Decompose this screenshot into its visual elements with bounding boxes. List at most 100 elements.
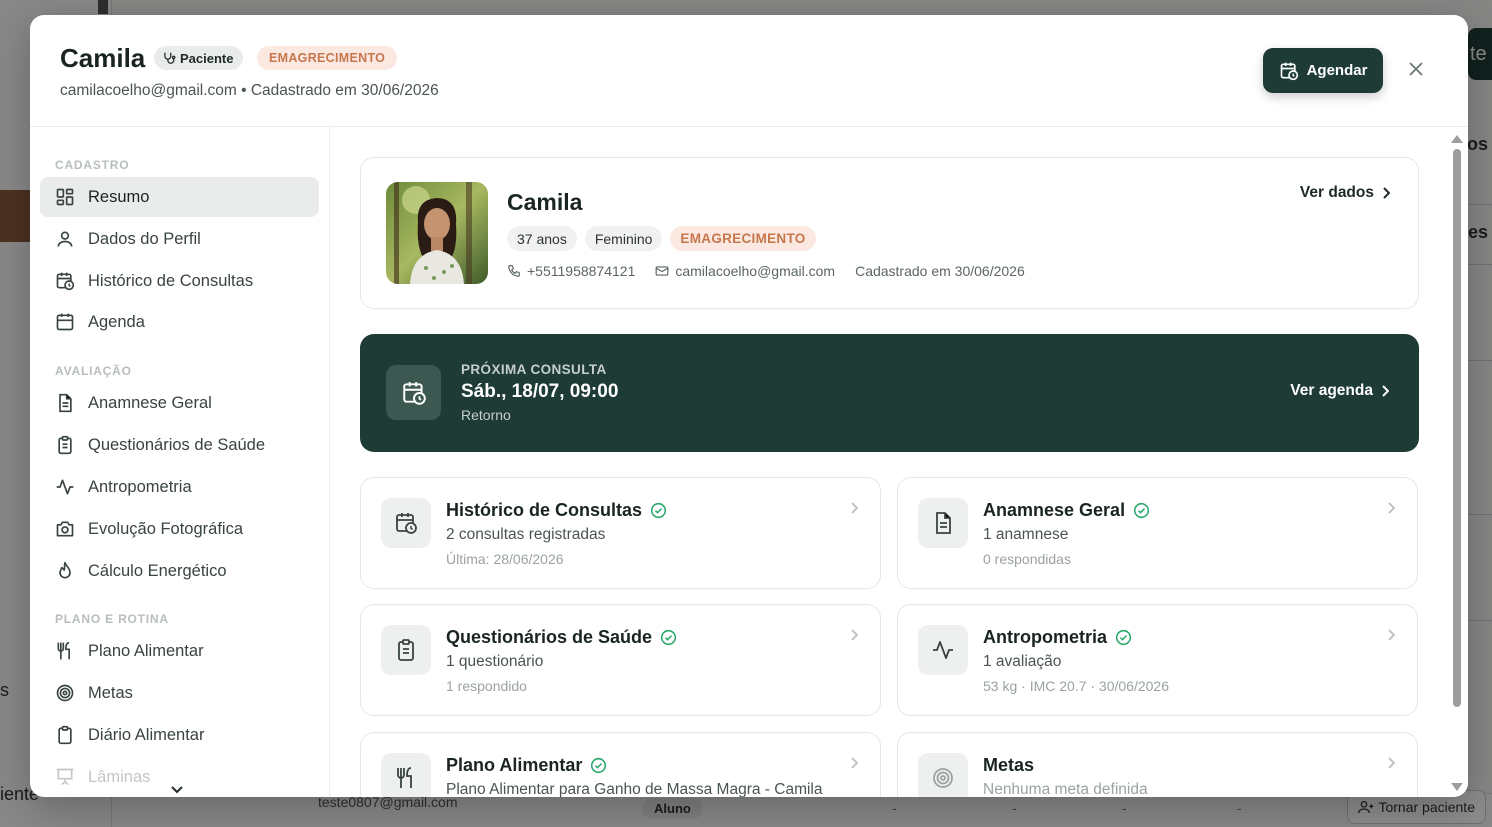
- chevron-right-icon: [851, 502, 858, 514]
- chevron-right-icon: [1382, 385, 1389, 397]
- tile-summary: 1 anamnese: [983, 526, 1069, 543]
- next-appointment-date: Sáb., 18/07, 09:00: [461, 381, 619, 402]
- utensils-icon: [397, 767, 412, 788]
- sidebar-item-calculo[interactable]: Cálculo Energético: [40, 551, 319, 591]
- sidebar-item-historico[interactable]: Histórico de Consultas: [40, 261, 319, 301]
- sidebar-item-label: Cálculo Energético: [88, 561, 227, 580]
- goal-chip: EMAGRECIMENTO: [670, 226, 816, 251]
- close-button[interactable]: [1404, 57, 1428, 81]
- tile-detail: 53 kg · IMC 20.7 · 30/06/2026: [983, 678, 1169, 694]
- calendar-clock-icon: [56, 272, 75, 291]
- age-chip: 37 anos: [507, 226, 577, 251]
- sidebar-item-label: Anamnese Geral: [88, 393, 212, 412]
- presentation-icon: [56, 768, 74, 786]
- sidebar-item-diario[interactable]: Diário Alimentar: [40, 715, 319, 755]
- tile-title-text: Histórico de Consultas: [446, 500, 643, 520]
- tile-title-text: Plano Alimentar: [446, 755, 583, 775]
- clipboard-icon: [58, 725, 72, 745]
- scrollbar[interactable]: [1450, 135, 1464, 793]
- modal-header: Camila Paciente EMAGRECIMENTO camilacoel…: [30, 15, 1468, 127]
- view-data-link[interactable]: Ver dados: [1300, 184, 1390, 202]
- tile-icon-box: [381, 753, 431, 797]
- calendar-clock-icon: [1280, 62, 1298, 80]
- tile-title-text: Anamnese Geral: [983, 500, 1126, 520]
- calendar-clock-icon: [402, 381, 426, 405]
- schedule-button-label: Agendar: [1306, 62, 1368, 79]
- tile-plano-alimentar[interactable]: Plano Alimentar Plano Alimentar para Gan…: [360, 732, 881, 797]
- check-circle-icon: [1115, 629, 1132, 646]
- tile-title: Antropometria: [983, 627, 1132, 648]
- sidebar-item-label: Plano Alimentar: [88, 641, 204, 660]
- avatar: [386, 182, 488, 284]
- patient-modal: Camila Paciente EMAGRECIMENTO camilacoel…: [30, 15, 1468, 797]
- nav-section-title: PLANO E ROTINA: [55, 612, 169, 626]
- nav-scroll-more-button[interactable]: [170, 782, 184, 797]
- tile-summary: 1 avaliação: [983, 653, 1062, 670]
- stethoscope-icon: [164, 52, 176, 64]
- sidebar-item-label: Lâminas: [88, 767, 151, 786]
- chevron-right-icon: [1383, 187, 1390, 199]
- profile-registered: Cadastrado em 30/06/2026: [855, 263, 1025, 279]
- tile-title-text: Questionários de Saúde: [446, 627, 653, 647]
- tile-metas[interactable]: Metas Nenhuma meta definida: [897, 732, 1418, 797]
- sidebar-item-label: Resumo: [88, 187, 150, 206]
- nav-section-title: AVALIAÇÃO: [55, 364, 132, 378]
- tile-icon-box: [918, 625, 968, 675]
- sidebar-item-antropometria[interactable]: Antropometria: [40, 467, 319, 507]
- clipboard-icon: [398, 639, 414, 661]
- sidebar-item-metas[interactable]: Metas: [40, 673, 319, 713]
- chevron-right-icon: [851, 757, 858, 769]
- sidebar-item-resumo[interactable]: Resumo: [40, 177, 319, 217]
- sidebar-item-dados-perfil[interactable]: Dados do Perfil: [40, 219, 319, 259]
- chevron-down-icon: [171, 786, 183, 794]
- patient-subtitle: camilacoelho@gmail.com • Cadastrado em 3…: [60, 82, 439, 99]
- sidebar-item-evolucao[interactable]: Evolução Fotográfica: [40, 509, 319, 549]
- sidebar-item-questionarios[interactable]: Questionários de Saúde: [40, 425, 319, 465]
- check-circle-icon: [660, 629, 677, 646]
- view-data-label: Ver dados: [1299, 184, 1374, 201]
- tile-icon-box: [918, 753, 968, 797]
- profile-chips: 37 anos Feminino EMAGRECIMENTO: [507, 226, 816, 251]
- clipboard-icon: [58, 435, 72, 455]
- tile-questionarios-saude[interactable]: Questionários de Saúde 1 questionário 1 …: [360, 604, 881, 716]
- activity-icon: [933, 641, 953, 659]
- sidebar-item-label: Metas: [88, 683, 133, 702]
- tile-title: Histórico de Consultas: [446, 500, 667, 521]
- sidebar-item-label: Histórico de Consultas: [88, 271, 254, 290]
- sidebar-item-label: Agenda: [88, 312, 145, 331]
- chevron-right-icon: [1388, 757, 1395, 769]
- tile-detail: 1 respondido: [446, 678, 527, 694]
- file-text-icon: [936, 512, 951, 534]
- schedule-button[interactable]: Agendar: [1263, 48, 1383, 93]
- scroll-up-arrow[interactable]: [1451, 135, 1463, 143]
- next-appointment-card: PRÓXIMA CONSULTA Sáb., 18/07, 09:00 Reto…: [360, 334, 1419, 452]
- chevron-right-icon: [851, 629, 858, 641]
- sidebar-item-label: Questionários de Saúde: [88, 435, 266, 454]
- tile-anamnese-geral[interactable]: Anamnese Geral 1 anamnese 0 respondidas: [897, 477, 1418, 589]
- goal-tag: EMAGRECIMENTO: [257, 46, 398, 70]
- target-icon: [56, 684, 74, 702]
- close-icon: [1409, 62, 1423, 76]
- tile-detail: 0 respondidas: [983, 551, 1071, 567]
- chevron-right-icon: [1388, 629, 1395, 641]
- tile-summary: Nenhuma meta definida: [983, 781, 1148, 797]
- sidebar-item-label: Evolução Fotográfica: [88, 519, 244, 538]
- tile-historico-consultas[interactable]: Histórico de Consultas 2 consultas regis…: [360, 477, 881, 589]
- next-appointment-label: PRÓXIMA CONSULTA: [461, 362, 607, 377]
- patient-role-tag: Paciente: [154, 46, 244, 70]
- sidebar-item-plano[interactable]: Plano Alimentar: [40, 631, 319, 671]
- scroll-down-arrow[interactable]: [1451, 783, 1463, 791]
- next-appointment-type: Retorno: [461, 407, 511, 423]
- utensils-icon: [57, 641, 70, 660]
- tile-title: Metas: [983, 755, 1034, 776]
- profile-contact: +5511958874121 camilacoelho@gmail.com Ca…: [507, 263, 1025, 279]
- sidebar-item-anamnese[interactable]: Anamnese Geral: [40, 383, 319, 423]
- tile-antropometria[interactable]: Antropometria 1 avaliação 53 kg · IMC 20…: [897, 604, 1418, 716]
- mail-icon: [655, 266, 669, 276]
- view-agenda-label: Ver agenda: [1290, 382, 1373, 399]
- sidebar-item-agenda[interactable]: Agenda: [40, 302, 319, 342]
- scrollbar-thumb[interactable]: [1453, 149, 1461, 707]
- view-agenda-link[interactable]: Ver agenda: [1290, 382, 1389, 400]
- tile-summary: Plano Alimentar para Ganho de Massa Magr…: [446, 781, 823, 797]
- tile-icon-box: [381, 625, 431, 675]
